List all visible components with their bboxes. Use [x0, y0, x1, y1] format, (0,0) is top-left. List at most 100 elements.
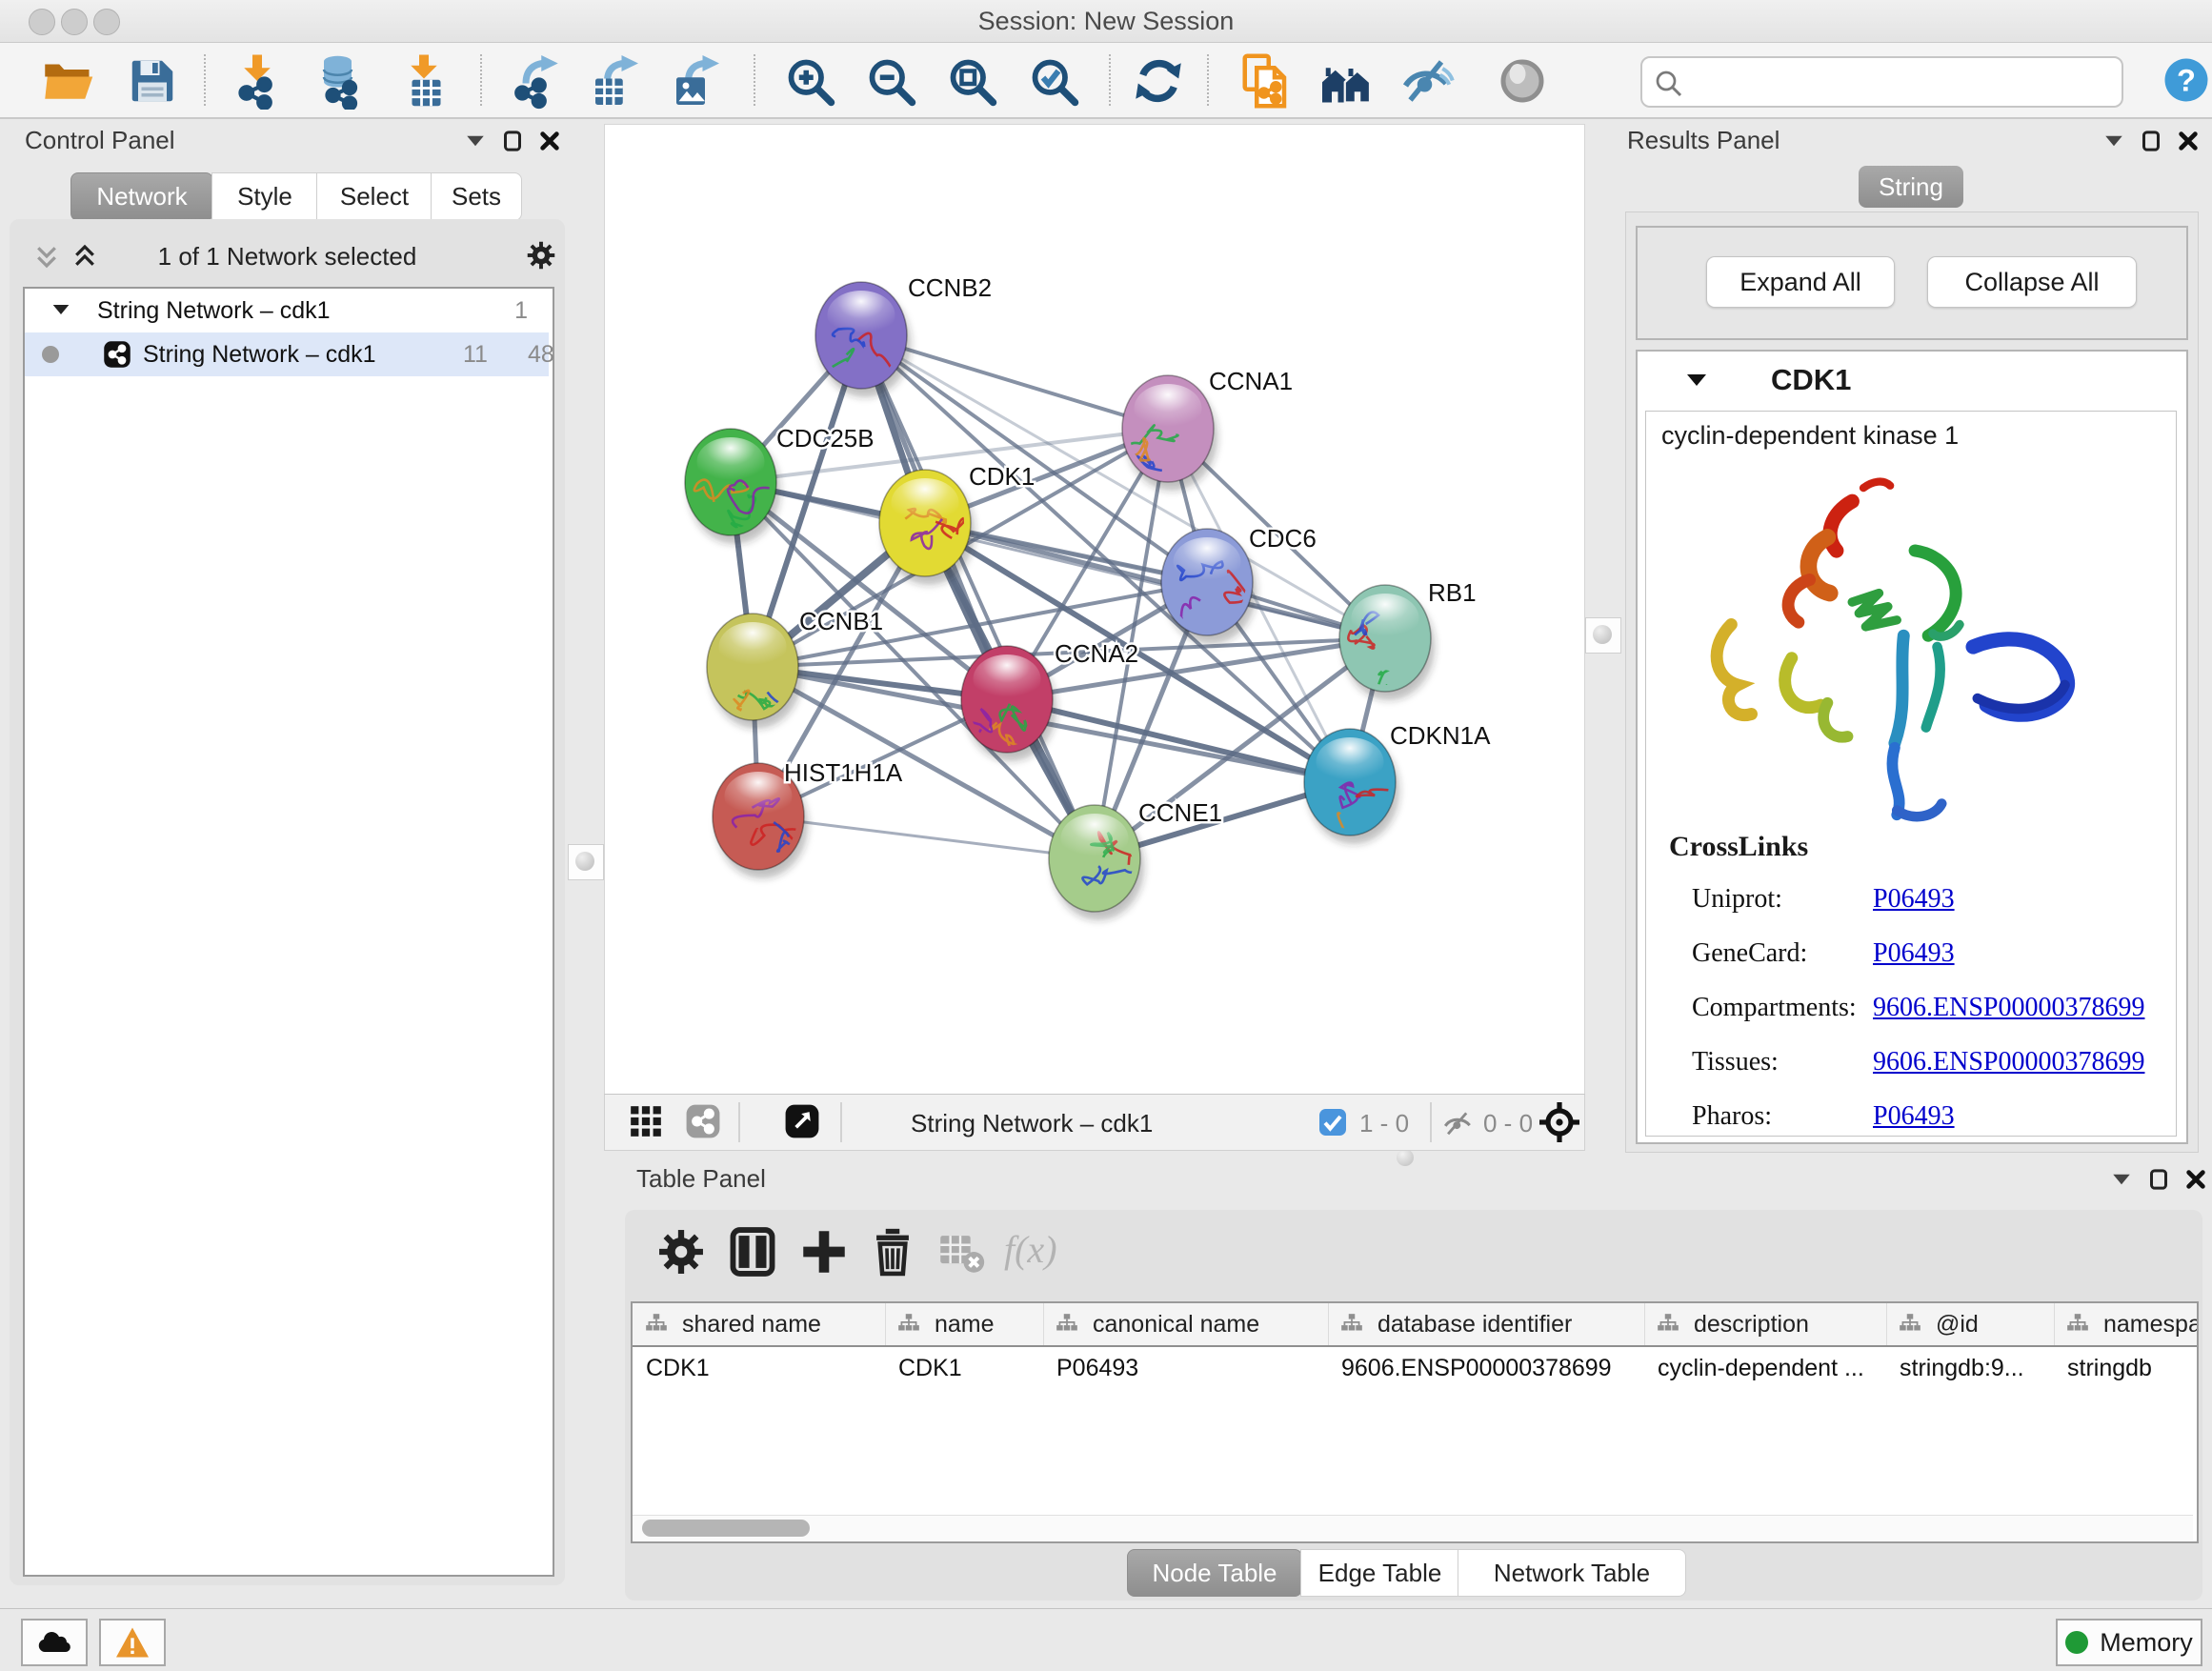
tab-sets[interactable]: Sets	[431, 172, 522, 221]
tab-style[interactable]: Style	[211, 172, 318, 221]
tab-network[interactable]: Network	[70, 172, 213, 221]
network-node-HIST1H1A[interactable]: HIST1H1A	[713, 758, 903, 878]
open-session-button[interactable]	[39, 52, 96, 110]
network-node-CCNA1[interactable]: CCNA1	[1122, 367, 1293, 491]
fit-target-icon[interactable]	[1537, 1099, 1582, 1145]
import-network-button[interactable]	[229, 52, 286, 110]
memory-button[interactable]: Memory	[2056, 1619, 2202, 1666]
network-node-CCNA2[interactable]: CCNA2	[961, 639, 1138, 763]
table-cell[interactable]: CDK1	[633, 1347, 885, 1389]
right-divider-handle[interactable]	[1585, 617, 1621, 654]
network-node-CDC25B[interactable]: CDC25B	[685, 424, 875, 544]
table-cell[interactable]: 9606.ENSP00000378699	[1328, 1347, 1644, 1389]
tab-string[interactable]: String	[1859, 166, 1963, 208]
network-options-gear-icon[interactable]	[524, 238, 558, 272]
help-button[interactable]: ?	[2161, 54, 2212, 106]
float-panel-icon[interactable]	[2142, 130, 2161, 152]
crosslink-link[interactable]: P06493	[1873, 884, 1955, 915]
delete-column-button[interactable]	[865, 1224, 920, 1283]
network-node-CDK1[interactable]: CDK1	[879, 462, 1035, 585]
refresh-button[interactable]	[1130, 52, 1187, 110]
warning-button[interactable]	[99, 1619, 166, 1666]
zoom-in-button[interactable]	[781, 52, 838, 110]
network-row-selected[interactable]: String Network – cdk1 11 48	[25, 332, 549, 376]
network-collection-row[interactable]: String Network – cdk1 1	[25, 289, 549, 332]
tab-select[interactable]: Select	[316, 172, 432, 221]
crosslink-link[interactable]: 9606.ENSP00000378699	[1873, 993, 2144, 1023]
selected-checkbox-icon[interactable]	[1317, 1107, 1348, 1137]
table-cell[interactable]: CDK1	[885, 1347, 1043, 1389]
zoom-fit-button[interactable]	[943, 52, 1000, 110]
column-header-canonical-name[interactable]: canonical name	[1043, 1303, 1329, 1345]
column-header-database-identifier[interactable]: database identifier	[1328, 1303, 1645, 1345]
network-edge-CCNE1-HIST1H1A[interactable]	[758, 816, 1095, 858]
zoom-selected-button[interactable]	[1025, 52, 1082, 110]
network-node-RB1[interactable]: RB1	[1339, 578, 1477, 700]
crosslink-link[interactable]: P06493	[1873, 938, 1955, 969]
left-divider-handle[interactable]	[568, 844, 604, 880]
column-header-shared-name[interactable]: shared name	[633, 1303, 886, 1345]
cdk1-entry: CDK1 cyclin-dependent kinase 1	[1636, 350, 2188, 1144]
expand-all-button[interactable]: Expand All	[1706, 256, 1895, 308]
refresh-icon	[1130, 52, 1187, 110]
external-view-icon[interactable]	[784, 1103, 820, 1139]
panel-menu-icon[interactable]	[2111, 1173, 2132, 1186]
zoom-out-button[interactable]	[862, 52, 919, 110]
show-columns-button[interactable]	[725, 1224, 780, 1283]
table-cell[interactable]: stringdb	[2054, 1347, 2199, 1389]
export-table-button[interactable]	[586, 52, 643, 110]
network-tab-content: 1 of 1 Network selected String Network –…	[10, 219, 565, 1585]
cloud-button[interactable]	[21, 1619, 88, 1666]
crosslink-link[interactable]: P06493	[1873, 1101, 1955, 1132]
float-panel-icon[interactable]	[503, 130, 522, 152]
panel-menu-icon[interactable]	[465, 134, 486, 148]
cdk1-entry-header[interactable]: CDK1	[1638, 352, 2186, 409]
table-horizontal-scrollbar[interactable]	[633, 1515, 2193, 1540]
save-session-button[interactable]	[124, 52, 181, 110]
table-settings-button[interactable]	[654, 1224, 709, 1283]
string-import-button[interactable]	[1237, 52, 1294, 110]
table-cell[interactable]: stringdb:9...	[1886, 1347, 2054, 1389]
column-header-name[interactable]: name	[885, 1303, 1044, 1345]
string-document-share-icon	[1237, 52, 1294, 110]
export-network-button[interactable]	[507, 52, 564, 110]
panel-menu-icon[interactable]	[2103, 134, 2124, 148]
node-label-CDK1: CDK1	[969, 462, 1035, 491]
collection-count: 1	[514, 297, 528, 325]
table-cell[interactable]: cyclin-dependent ...	[1644, 1347, 1886, 1389]
tree-expand-caret-icon[interactable]	[51, 303, 70, 316]
birdseye-button[interactable]	[1494, 52, 1551, 110]
node-label-CCNA2: CCNA2	[1055, 639, 1138, 668]
network-node-CCNE1[interactable]: CCNE1	[1049, 798, 1222, 920]
scrollbar-thumb[interactable]	[642, 1520, 810, 1537]
import-table-button[interactable]	[395, 52, 452, 110]
create-column-button[interactable]	[796, 1224, 852, 1283]
network-canvas[interactable]: CCNB2CCNA1CDC25BCDK1CDC6RB1CCNB1CCNA2CDK…	[604, 124, 1585, 1096]
float-panel-icon[interactable]	[2149, 1168, 2168, 1191]
show-hide-style-button[interactable]	[1398, 52, 1456, 110]
search-input[interactable]	[1696, 62, 2109, 100]
column-header-id[interactable]: @id	[1886, 1303, 2055, 1345]
tab-network-table[interactable]: Network Table	[1458, 1549, 1686, 1597]
grid-view-icon[interactable]	[628, 1103, 664, 1139]
import-database-button[interactable]	[312, 52, 369, 110]
node-table-box: f(x) shared namenamecanonical namedataba…	[625, 1210, 2202, 1601]
entry-collapse-caret-icon[interactable]	[1685, 372, 1708, 388]
node-label-CDKN1A: CDKN1A	[1390, 721, 1491, 750]
column-header-namespace[interactable]: namespace	[2054, 1303, 2199, 1345]
network-edge-count: 48	[528, 341, 554, 369]
houses-button[interactable]	[1317, 52, 1375, 110]
network-node-CDKN1A[interactable]: CDKN1A	[1304, 721, 1491, 861]
column-header-description[interactable]: description	[1644, 1303, 1887, 1345]
tab-node-table[interactable]: Node Table	[1127, 1549, 1302, 1597]
close-panel-icon[interactable]	[2178, 131, 2199, 151]
collapse-all-button[interactable]: Collapse All	[1927, 256, 2137, 308]
close-panel-icon[interactable]	[539, 131, 560, 151]
crosslink-link[interactable]: 9606.ENSP00000378699	[1873, 1047, 2144, 1077]
table-cell[interactable]: P06493	[1043, 1347, 1328, 1389]
network-share-view-icon[interactable]	[685, 1103, 721, 1139]
close-panel-icon[interactable]	[2185, 1169, 2206, 1190]
export-image-button[interactable]	[667, 52, 724, 110]
network-node-CCNB2[interactable]: CCNB2	[806, 273, 992, 397]
tab-edge-table[interactable]: Edge Table	[1300, 1549, 1459, 1597]
